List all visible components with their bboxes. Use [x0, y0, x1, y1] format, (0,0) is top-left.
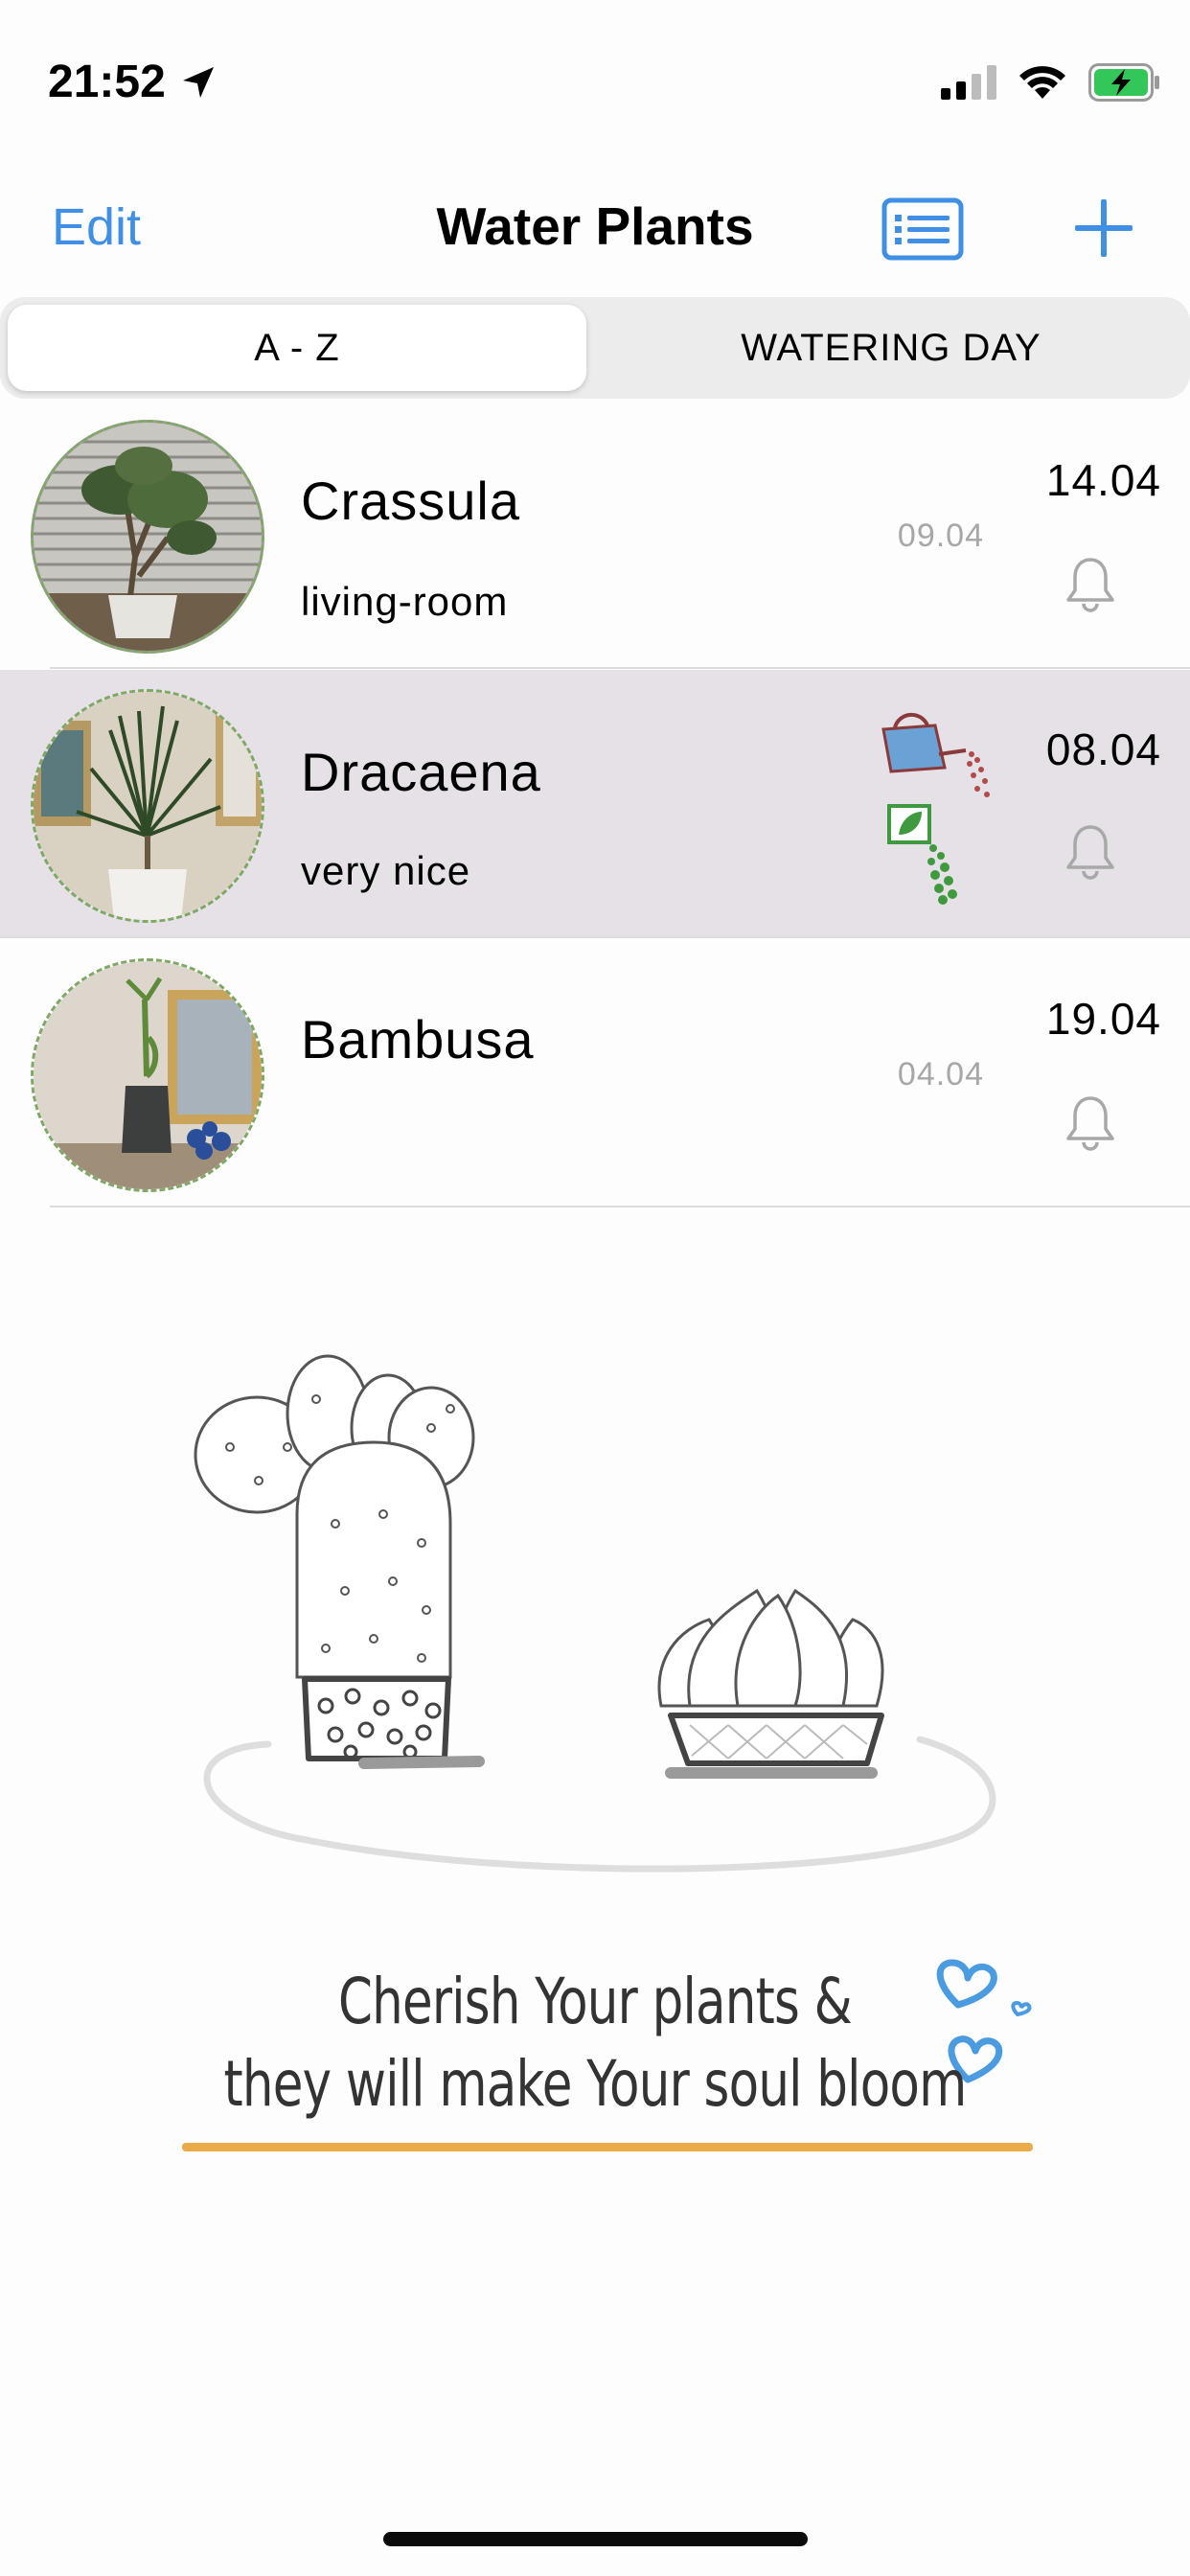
quote-line-2: they will make Your soul bloom	[223, 2047, 967, 2121]
next-watering-date: 08.04	[1045, 724, 1161, 774]
row-divider	[0, 936, 1190, 938]
add-plant-button[interactable]	[1071, 196, 1136, 261]
segment-a-z[interactable]: A - Z	[8, 305, 586, 391]
last-watered-date: 09.04	[897, 518, 984, 554]
home-indicator[interactable]	[383, 2532, 808, 2546]
quote-underline	[182, 2143, 1033, 2151]
fertilizer-icon	[887, 804, 957, 905]
plus-icon	[1075, 199, 1133, 257]
plant-row-crassula[interactable]: Crassula living-room 09.04 14.04	[0, 401, 1190, 669]
plant-photo	[31, 420, 264, 654]
battery-charging-icon	[1088, 63, 1159, 102]
plant-photo	[31, 689, 264, 923]
location-arrow-icon	[182, 66, 214, 98]
bell-icon[interactable]	[1064, 1092, 1117, 1154]
cellular-signal-icon	[941, 65, 996, 100]
bell-icon[interactable]	[1064, 821, 1117, 883]
plant-name: Crassula	[301, 471, 520, 531]
plant-row-bambusa[interactable]: Bambusa 04.04 19.04	[0, 939, 1190, 1208]
segment-watering-day[interactable]: WATERING DAY	[594, 305, 1188, 391]
list-view-button[interactable]	[881, 197, 964, 261]
quote-line-1: Cherish Your plants &	[337, 1965, 853, 2038]
page-title: Water Plants	[436, 196, 754, 256]
next-watering-date: 14.04	[1045, 455, 1161, 505]
list-icon	[881, 197, 964, 261]
watering-can-icon	[881, 712, 990, 797]
status-bar-left: 21:52	[48, 56, 217, 108]
row-divider	[50, 667, 1190, 669]
plant-note: living-room	[301, 579, 509, 624]
plant-photo	[31, 958, 264, 1192]
status-time: 21:52	[48, 57, 166, 107]
plant-name: Dracaena	[301, 742, 541, 802]
next-watering-date: 19.04	[1045, 994, 1161, 1044]
status-bar-right	[941, 63, 1161, 102]
plants-illustration	[194, 1354, 996, 1873]
bell-icon[interactable]	[1064, 554, 1117, 615]
plant-name: Bambusa	[301, 1009, 535, 1070]
last-watered-date: 04.04	[897, 1056, 984, 1092]
sort-segmented-control: A - Z WATERING DAY	[0, 297, 1190, 399]
wifi-icon	[1019, 66, 1065, 99]
plant-note: very nice	[301, 848, 471, 893]
plant-row-dracaena[interactable]: Dracaena very nice 08.04	[0, 670, 1190, 938]
